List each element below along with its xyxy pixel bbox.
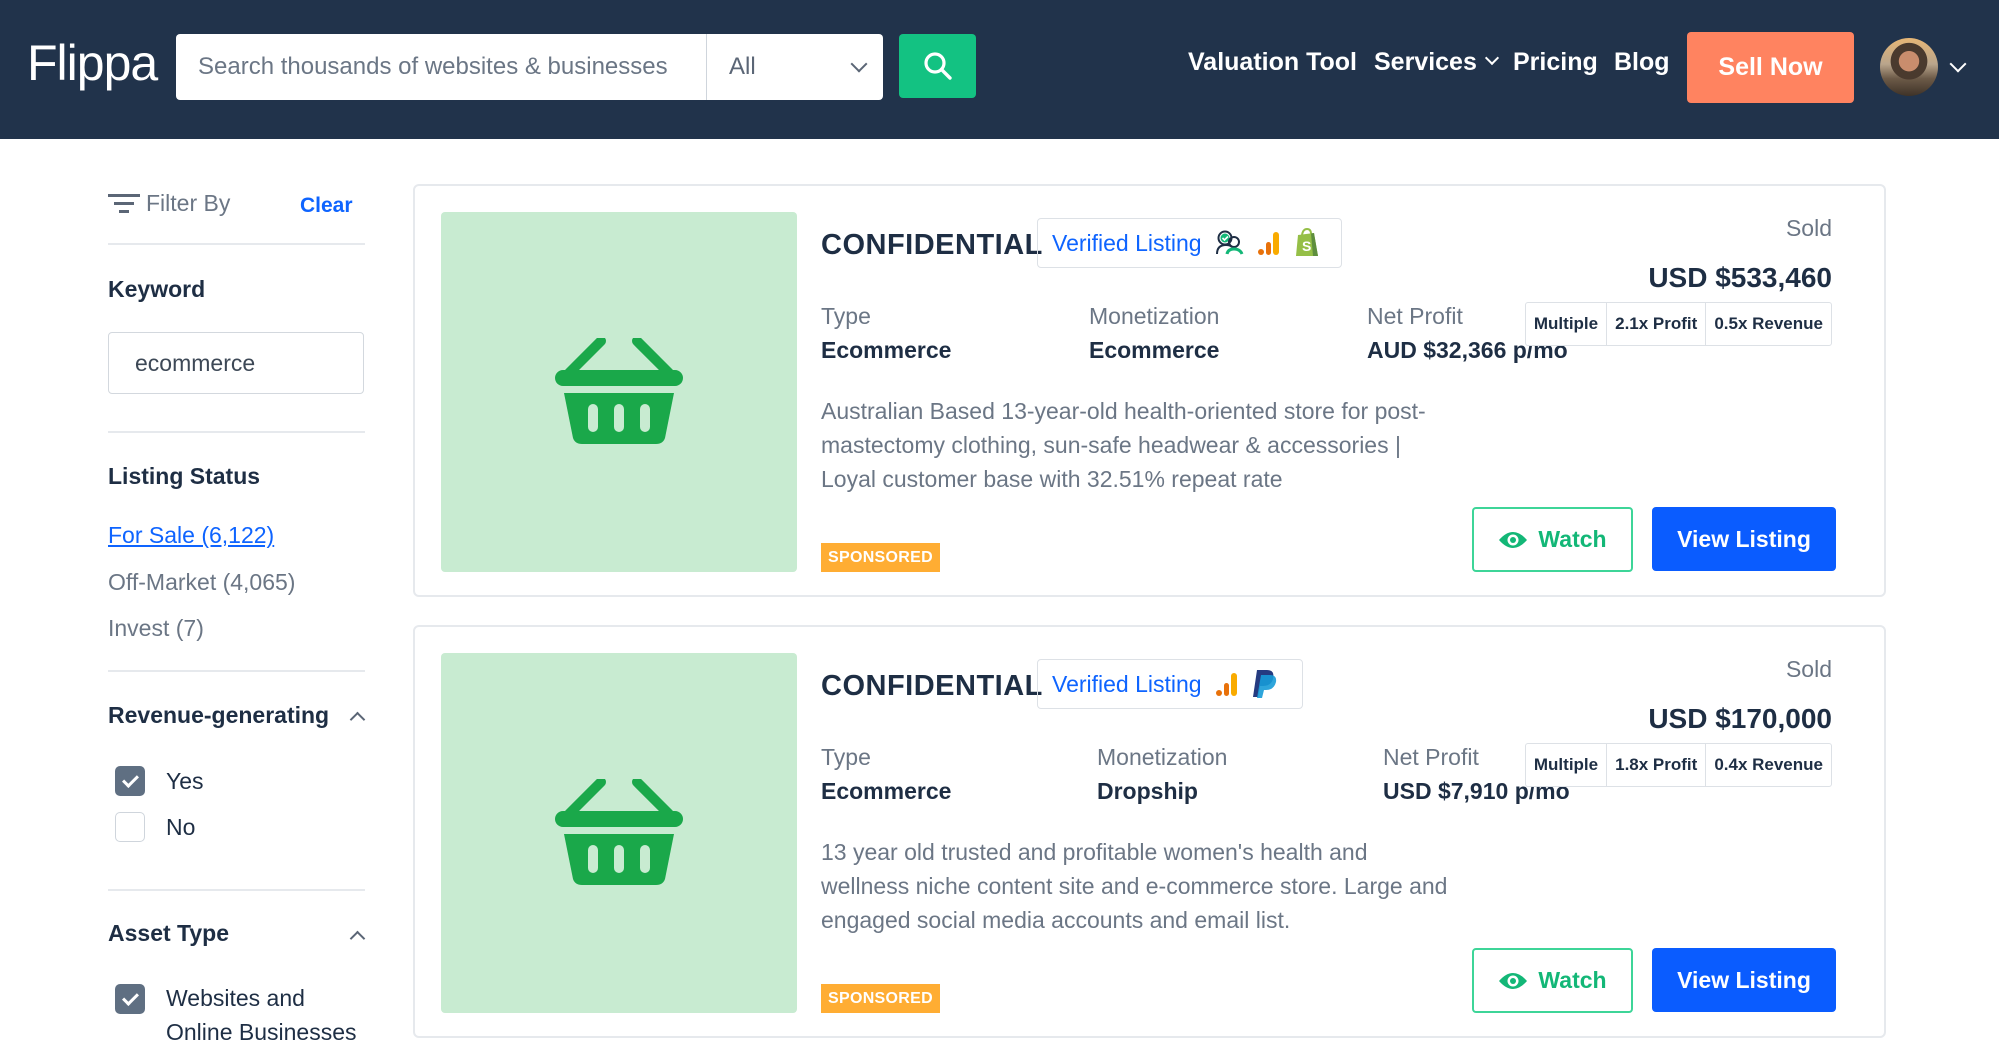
watch-button[interactable]: Watch [1472, 507, 1633, 572]
status-off-market-link[interactable]: Off-Market (4,065) [108, 569, 295, 596]
multiple-label: Multiple [1533, 755, 1599, 774]
listing-status: Sold [1785, 215, 1832, 241]
verified-listing-label: Verified Listing [1052, 670, 1202, 697]
multiples-table: Multiple 2.1x Profit 0.5x Revenue [1524, 302, 1832, 346]
collapse-chevron-up-icon[interactable] [349, 711, 366, 728]
asset-websites-checkbox[interactable] [115, 984, 145, 1014]
multiples-table: Multiple 1.8x Profit 0.4x Revenue [1524, 743, 1832, 787]
listing-card: CONFIDENTIAL Verified Listing Type Ecomm… [413, 625, 1886, 1038]
revenue-no-checkbox[interactable] [115, 812, 145, 842]
listing-description: 13 year old trusted and profitable women… [821, 839, 1448, 933]
eye-icon [1499, 972, 1528, 989]
filter-by-label: Filter By [146, 190, 231, 216]
nav-services[interactable]: Services [1374, 48, 1499, 77]
nav-valuation-tool-label: Valuation Tool [1188, 48, 1357, 76]
divider [108, 889, 365, 891]
verified-listing-badge[interactable]: Verified Listing S [1037, 218, 1342, 268]
revenue-yes-label: Yes [166, 768, 204, 794]
flippa-logo[interactable]: Flippa [27, 34, 158, 92]
type-value: Ecommerce [821, 337, 952, 363]
divider [108, 431, 365, 433]
shopping-basket-icon [555, 338, 683, 444]
sponsored-badge: SPONSORED [821, 984, 940, 1013]
listing-status: Sold [1785, 656, 1832, 682]
nav-pricing[interactable]: Pricing [1513, 48, 1598, 77]
listing-price: USD $533,460 [1648, 262, 1832, 293]
chevron-down-icon [850, 55, 868, 73]
verified-listing-label: Verified Listing [1052, 229, 1202, 256]
category-select[interactable]: All [706, 34, 883, 100]
sponsored-badge: SPONSORED [821, 543, 940, 572]
monetization-label: Monetization [1097, 744, 1228, 770]
nav-pricing-label: Pricing [1513, 48, 1598, 76]
verified-seller-icon [1215, 230, 1243, 255]
listing-price: USD $170,000 [1648, 703, 1832, 734]
listing-title[interactable]: CONFIDENTIAL [821, 229, 1043, 262]
watch-button[interactable]: Watch [1472, 948, 1633, 1013]
status-for-sale-link[interactable]: For Sale (6,122) [108, 522, 274, 549]
shopify-icon: S [1295, 228, 1318, 256]
asset-websites-label: Websites and Online Businesses [166, 985, 357, 1045]
type-label: Type [821, 744, 871, 770]
clear-filters-link[interactable]: Clear [300, 194, 353, 218]
keyword-heading: Keyword [108, 276, 206, 302]
listing-image[interactable] [441, 653, 797, 1013]
type-label: Type [821, 303, 871, 329]
sell-now-button[interactable]: Sell Now [1687, 32, 1854, 103]
paypal-icon [1252, 670, 1276, 698]
shopping-basket-icon [555, 779, 683, 885]
asset-type-heading: Asset Type [108, 920, 230, 946]
analytics-icon [1215, 673, 1237, 696]
nav-blog-label: Blog [1614, 48, 1670, 76]
divider [108, 243, 365, 245]
nav-services-label: Services [1374, 48, 1477, 76]
search-icon [923, 52, 952, 80]
verified-listing-badge[interactable]: Verified Listing [1037, 659, 1303, 709]
profit-multiple: 2.1x Profit [1606, 303, 1705, 345]
listing-description: Australian Based 13-year-old health-orie… [821, 398, 1426, 492]
analytics-icon [1257, 232, 1279, 255]
account-chevron-down-icon[interactable] [1949, 55, 1967, 73]
revenue-no-label: No [166, 814, 196, 840]
search-input[interactable] [176, 34, 706, 100]
revenue-yes-checkbox[interactable] [115, 766, 145, 796]
listing-status-heading: Listing Status [108, 463, 261, 489]
net-profit-label: Net Profit [1367, 303, 1463, 329]
watch-label: Watch [1538, 967, 1607, 993]
search-box: All [176, 34, 883, 100]
view-listing-button[interactable]: View Listing [1652, 948, 1836, 1012]
collapse-chevron-up-icon[interactable] [349, 930, 366, 947]
revenue-multiple: 0.4x Revenue [1705, 744, 1831, 786]
search-button[interactable] [899, 34, 976, 98]
view-listing-button[interactable]: View Listing [1652, 507, 1836, 571]
keyword-input[interactable] [108, 332, 364, 394]
nav-valuation-tool[interactable]: Valuation Tool [1188, 48, 1357, 77]
type-value: Ecommerce [821, 778, 952, 804]
status-invest-link[interactable]: Invest (7) [108, 615, 204, 642]
listing-title[interactable]: CONFIDENTIAL [821, 670, 1043, 703]
monetization-value: Ecommerce [1089, 337, 1220, 363]
revenue-multiple: 0.5x Revenue [1705, 303, 1831, 345]
user-avatar[interactable] [1880, 38, 1938, 96]
multiple-label: Multiple [1533, 314, 1599, 333]
listing-image[interactable] [441, 212, 797, 572]
monetization-label: Monetization [1089, 303, 1220, 329]
listing-card: CONFIDENTIAL Verified Listing S Type Eco… [413, 184, 1886, 597]
svg-text:S: S [1302, 238, 1311, 254]
net-profit-label: Net Profit [1383, 744, 1479, 770]
eye-icon [1499, 531, 1528, 548]
profit-multiple: 1.8x Profit [1606, 744, 1705, 786]
category-select-value: All [729, 53, 756, 80]
divider [108, 670, 365, 672]
top-nav-bar: Flippa All Valuation Tool Services Prici… [0, 0, 1999, 139]
monetization-value: Dropship [1097, 778, 1198, 804]
watch-label: Watch [1538, 526, 1607, 552]
filter-icon [108, 194, 140, 213]
chevron-down-icon [1484, 50, 1499, 65]
nav-blog[interactable]: Blog [1614, 48, 1670, 77]
revenue-generating-heading: Revenue-generating [108, 702, 330, 728]
